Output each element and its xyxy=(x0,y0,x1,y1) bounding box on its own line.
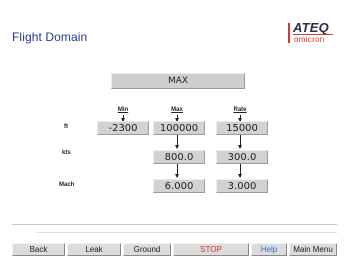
arrow-down-icon xyxy=(175,164,179,178)
page-title: Flight Domain xyxy=(12,30,88,44)
arrow-down-icon xyxy=(175,135,179,149)
logo-brand: ATEQ xyxy=(293,20,329,35)
mach-max-field[interactable]: 6.000 xyxy=(153,179,205,193)
column-header-rate: Rate xyxy=(233,107,247,113)
kts-max-field[interactable]: 800.0 xyxy=(153,150,205,164)
arrow-down-icon xyxy=(238,135,242,149)
ateq-logo: ATEQ omicron xyxy=(286,20,334,49)
stop-button[interactable]: STOP xyxy=(173,243,249,256)
arrow-down-icon xyxy=(238,164,242,178)
leak-button[interactable]: Leak xyxy=(67,243,121,256)
ground-button[interactable]: Ground xyxy=(123,243,171,256)
help-button[interactable]: Help xyxy=(251,243,287,256)
row-label-kts: kts xyxy=(62,150,71,156)
column-header-min: Min xyxy=(117,107,129,113)
footer-divider xyxy=(12,224,337,225)
ft-max-field[interactable]: 100000 xyxy=(153,121,205,135)
mach-rate-field[interactable]: 3.000 xyxy=(216,179,268,193)
logo-bar xyxy=(288,23,290,43)
status-bar xyxy=(37,232,337,233)
logo-sub: omicron xyxy=(294,35,325,44)
mode-display[interactable]: MAX xyxy=(111,73,245,89)
row-label-ft: ft xyxy=(64,124,68,130)
ft-min-field[interactable]: -2300 xyxy=(97,121,149,135)
ft-rate-field[interactable]: 15000 xyxy=(216,121,268,135)
kts-rate-field[interactable]: 300.0 xyxy=(216,150,268,164)
back-button[interactable]: Back xyxy=(12,243,65,256)
column-header-max: Max xyxy=(171,107,183,113)
row-label-mach: Mach xyxy=(59,182,75,188)
main-menu-button[interactable]: Main Menu xyxy=(289,243,337,256)
